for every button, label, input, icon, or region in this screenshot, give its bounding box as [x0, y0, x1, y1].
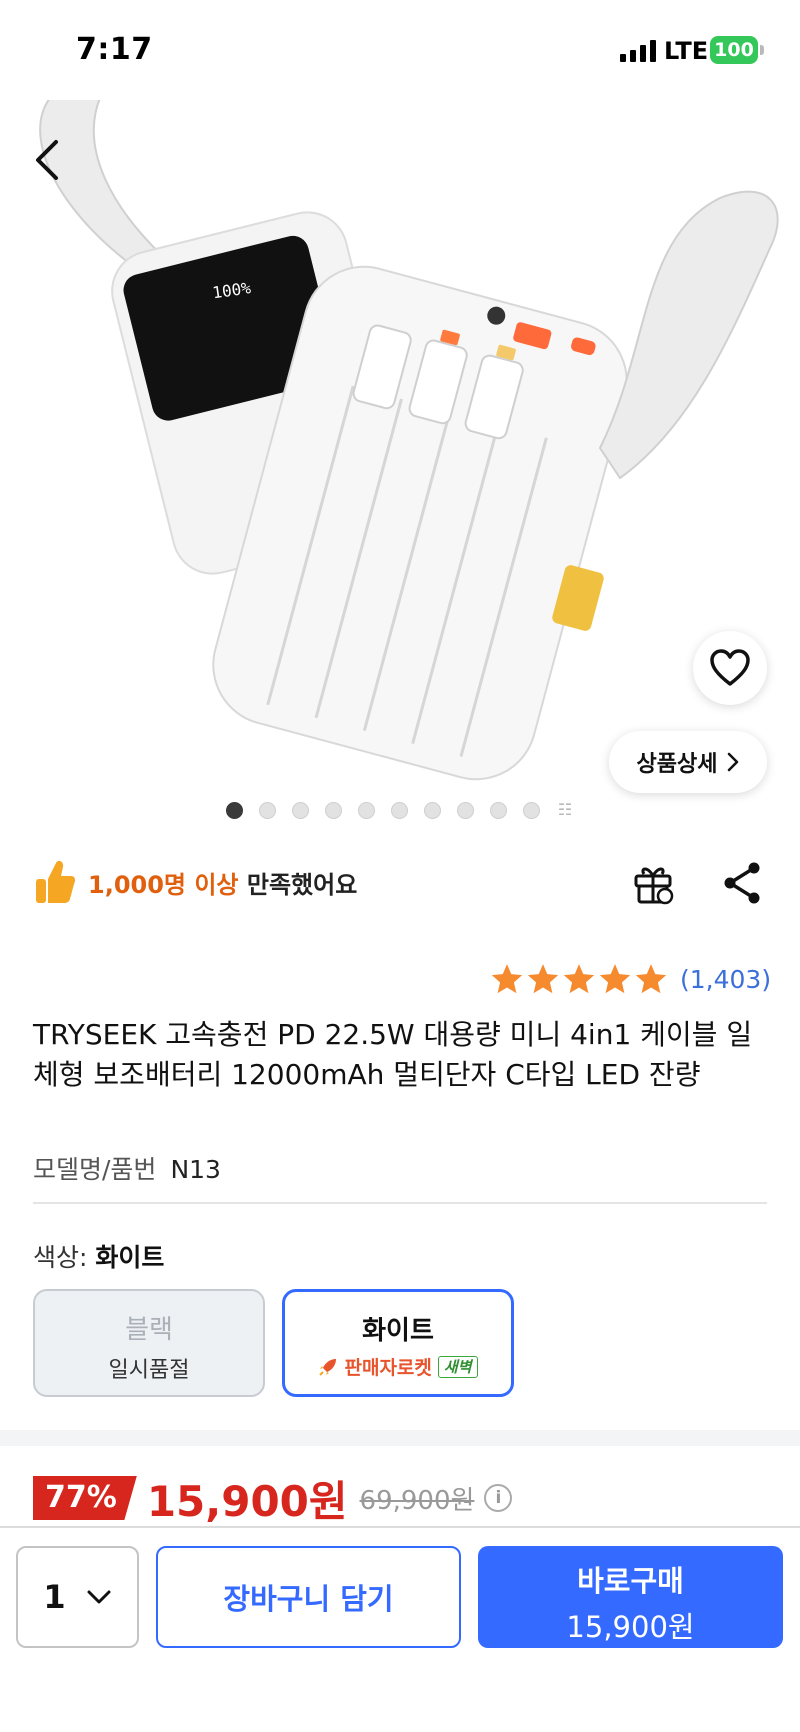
dawn-delivery-badge: 새벽 [437, 1355, 478, 1378]
star-icon [491, 964, 523, 994]
model-value: N13 [170, 1155, 221, 1184]
divider [33, 1202, 767, 1204]
gallery-pagination: ☷ [226, 801, 574, 819]
thumbs-up-icon [36, 860, 75, 903]
purchase-bar: 1 장바구니 담기 바로구매 15,900원 [0, 1526, 800, 1732]
network-type: LTE [664, 37, 709, 65]
color-option-label: 색상: 화이트 [33, 1243, 165, 1272]
color-option-name: 블랙 [125, 1315, 173, 1345]
star-icon [563, 964, 595, 994]
color-option-white[interactable]: 화이트 판매자로켓 새벽 [282, 1289, 514, 1397]
page-dot[interactable] [325, 801, 342, 819]
chevron-right-icon [728, 752, 739, 772]
satisfaction-banner: 1,000명 이상 만족했어요 [34, 854, 357, 910]
share-icon [724, 862, 760, 904]
rating-summary[interactable]: (1,403) [490, 962, 771, 996]
heart-icon [710, 649, 750, 686]
page-dot[interactable] [424, 801, 441, 819]
model-number: 모델명/품번 N13 [33, 1150, 221, 1186]
product-image: 100% [39, 98, 779, 781]
buy-now-price: 15,900원 [566, 1610, 695, 1644]
share-button[interactable] [718, 858, 768, 908]
star-icon [527, 964, 559, 994]
product-detail-label: 상품상세 [636, 752, 718, 777]
review-count[interactable]: (1,403) [680, 965, 771, 994]
page-dot[interactable] [490, 801, 507, 819]
back-button[interactable] [28, 132, 68, 188]
quantity-select[interactable]: 1 [16, 1546, 139, 1648]
gift-button[interactable] [628, 858, 678, 908]
star-icon [599, 964, 631, 994]
color-option-black[interactable]: 블랙 일시품절 [33, 1289, 265, 1397]
selected-color: 화이트 [95, 1243, 165, 1272]
section-divider [0, 1430, 800, 1446]
buy-now-button[interactable]: 바로구매 15,900원 [478, 1546, 783, 1648]
buy-now-label: 바로구매 [577, 1564, 684, 1598]
back-icon [36, 140, 58, 180]
page-dot[interactable] [523, 801, 540, 819]
battery-icon: 100 [710, 36, 758, 64]
page-dot[interactable] [259, 801, 276, 819]
page-dot[interactable] [391, 801, 408, 819]
status-time: 7:17 [76, 32, 153, 67]
sale-price: 15,900원 [146, 1476, 348, 1526]
price-row: 77% 15,900원 69,900원 i [33, 1468, 513, 1528]
wishlist-button[interactable] [693, 631, 767, 705]
original-price: 69,900원 [359, 1485, 475, 1516]
product-title: TRYSEEK 고속충전 PD 22.5W 대용량 미니 4in1 케이블 일체… [33, 1018, 753, 1091]
discount-badge: 77% [33, 1476, 137, 1520]
info-icon[interactable]: i [484, 1484, 513, 1512]
color-option-name: 화이트 [362, 1316, 434, 1346]
sold-out-label: 일시품절 [108, 1358, 190, 1383]
page-dot[interactable] [292, 801, 309, 819]
status-bar: 7:17 LTE 100 [0, 0, 800, 100]
signal-icon [620, 40, 656, 62]
quantity-value: 1 [43, 1578, 66, 1616]
seller-rocket-label: 판매자로켓 [344, 1357, 432, 1379]
page-dot[interactable] [358, 801, 375, 819]
page-dot[interactable] [226, 801, 243, 819]
gift-icon [634, 867, 674, 905]
rocket-icon [319, 1358, 337, 1376]
seller-rocket-badge: 판매자로켓 새벽 [318, 1353, 478, 1380]
model-label: 모델명/품번 [33, 1155, 157, 1184]
page-dot[interactable] [457, 801, 474, 819]
satisfaction-text: 1,000명 이상 만족했어요 [88, 870, 358, 899]
add-to-cart-button[interactable]: 장바구니 담기 [156, 1546, 461, 1648]
battery-tip [760, 45, 764, 55]
star-icon [635, 964, 667, 994]
product-image-gallery[interactable]: 100% [0, 98, 800, 828]
chevron-down-icon [87, 1590, 111, 1604]
grid-view-icon[interactable]: ☷ [556, 801, 574, 819]
product-detail-button[interactable]: 상품상세 [609, 731, 767, 793]
